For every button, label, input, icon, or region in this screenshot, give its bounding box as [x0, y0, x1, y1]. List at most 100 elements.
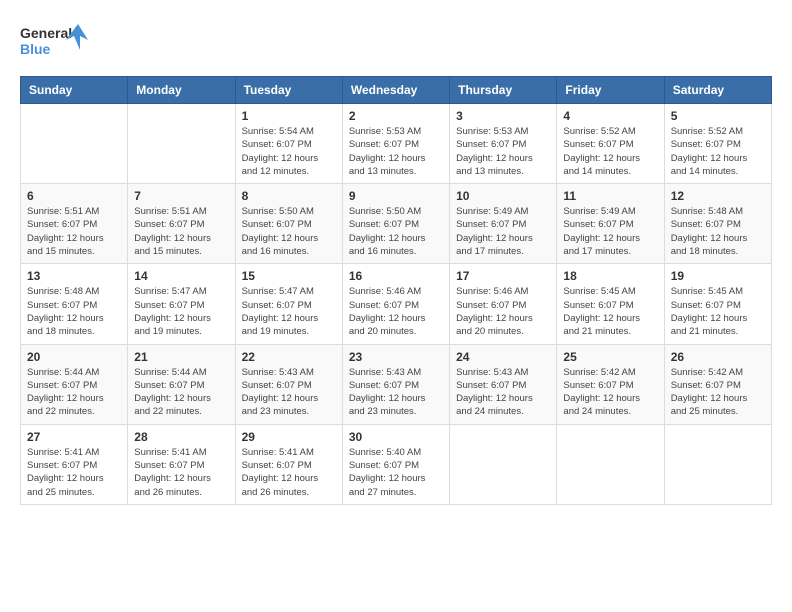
day-number: 7: [134, 189, 228, 203]
logo-icon: GeneralBlue: [20, 20, 90, 60]
calendar-cell: 4Sunrise: 5:52 AMSunset: 6:07 PMDaylight…: [557, 104, 664, 184]
day-number: 8: [242, 189, 336, 203]
calendar-cell: 16 Sunrise: 5:46 AMSunset: 6:07 PMDayligh…: [342, 264, 449, 344]
calendar-cell: 17 Sunrise: 5:46 AMSunset: 6:07 PMDayligh…: [450, 264, 557, 344]
calendar-week-3: 13 Sunrise: 5:48 AMSunset: 6:07 PMDayligh…: [21, 264, 772, 344]
weekday-header-friday: Friday: [557, 77, 664, 104]
weekday-header-tuesday: Tuesday: [235, 77, 342, 104]
calendar-week-5: 27 Sunrise: 5:41 AMSunset: 6:07 PMDayligh…: [21, 424, 772, 504]
day-info: Sunrise: 5:43 AMSunset: 6:07 PMDaylight:…: [349, 366, 443, 419]
weekday-header-wednesday: Wednesday: [342, 77, 449, 104]
page-header: GeneralBlue: [20, 20, 772, 60]
day-number: 9: [349, 189, 443, 203]
day-number: 20: [27, 350, 121, 364]
calendar-cell: 1 Sunrise: 5:54 AMSunset: 6:07 PMDaylight…: [235, 104, 342, 184]
calendar-cell: 22Sunrise: 5:43 AMSunset: 6:07 PMDayligh…: [235, 344, 342, 424]
day-info: Sunrise: 5:50 AMSunset: 6:07 PMDaylight:…: [349, 205, 443, 258]
day-info: Sunrise: 5:42 AMSunset: 6:07 PMDaylight:…: [563, 366, 657, 419]
calendar-cell: 14 Sunrise: 5:47 AMSunset: 6:07 PMDayligh…: [128, 264, 235, 344]
day-info: Sunrise: 5:45 AMSunset: 6:07 PMDaylight:…: [671, 285, 765, 338]
calendar-cell: 15 Sunrise: 5:47 AMSunset: 6:07 PMDayligh…: [235, 264, 342, 344]
day-info: Sunrise: 5:47 AMSunset: 6:07 PMDaylight:…: [242, 285, 336, 338]
calendar-table: SundayMondayTuesdayWednesdayThursdayFrid…: [20, 76, 772, 505]
calendar-cell: 29Sunrise: 5:41 AMSunset: 6:07 PMDayligh…: [235, 424, 342, 504]
calendar-cell: 19 Sunrise: 5:45 AMSunset: 6:07 PMDayligh…: [664, 264, 771, 344]
day-info: Sunrise: 5:43 AMSunset: 6:07 PMDaylight:…: [242, 366, 336, 419]
day-info: Sunrise: 5:41 AMSunset: 6:07 PMDaylight:…: [134, 446, 228, 499]
day-number: 1: [242, 109, 336, 123]
day-number: 14: [134, 269, 228, 283]
day-info: Sunrise: 5:46 AMSunset: 6:07 PMDaylight:…: [349, 285, 443, 338]
weekday-header-thursday: Thursday: [450, 77, 557, 104]
day-info: Sunrise: 5:47 AMSunset: 6:07 PMDaylight:…: [134, 285, 228, 338]
calendar-cell: 5 Sunrise: 5:52 AMSunset: 6:07 PMDaylight…: [664, 104, 771, 184]
calendar-cell: 27 Sunrise: 5:41 AMSunset: 6:07 PMDayligh…: [21, 424, 128, 504]
calendar-cell: 28Sunrise: 5:41 AMSunset: 6:07 PMDayligh…: [128, 424, 235, 504]
day-info: Sunrise: 5:50 AMSunset: 6:07 PMDaylight:…: [242, 205, 336, 258]
calendar-cell: 12 Sunrise: 5:48 AMSunset: 6:07 PMDayligh…: [664, 184, 771, 264]
calendar-cell: 10 Sunrise: 5:49 AMSunset: 6:07 PMDayligh…: [450, 184, 557, 264]
day-number: 16: [349, 269, 443, 283]
day-number: 11: [563, 189, 657, 203]
calendar-cell: 26Sunrise: 5:42 AMSunset: 6:07 PMDayligh…: [664, 344, 771, 424]
day-info: Sunrise: 5:52 AMSunset: 6:07 PMDaylight:…: [563, 125, 657, 178]
day-number: 25: [563, 350, 657, 364]
day-info: Sunrise: 5:54 AMSunset: 6:07 PMDaylight:…: [242, 125, 336, 178]
day-number: 15: [242, 269, 336, 283]
calendar-week-2: 6 Sunrise: 5:51 AMSunset: 6:07 PMDaylight…: [21, 184, 772, 264]
calendar-week-1: 1 Sunrise: 5:54 AMSunset: 6:07 PMDaylight…: [21, 104, 772, 184]
day-info: Sunrise: 5:43 AMSunset: 6:07 PMDaylight:…: [456, 366, 550, 419]
calendar-cell: [450, 424, 557, 504]
day-info: Sunrise: 5:49 AMSunset: 6:07 PMDaylight:…: [456, 205, 550, 258]
calendar-header-row: SundayMondayTuesdayWednesdayThursdayFrid…: [21, 77, 772, 104]
day-number: 23: [349, 350, 443, 364]
weekday-header-sunday: Sunday: [21, 77, 128, 104]
day-info: Sunrise: 5:51 AMSunset: 6:07 PMDaylight:…: [27, 205, 121, 258]
calendar-cell: [557, 424, 664, 504]
day-info: Sunrise: 5:41 AMSunset: 6:07 PMDaylight:…: [242, 446, 336, 499]
calendar-cell: 23 Sunrise: 5:43 AMSunset: 6:07 PMDayligh…: [342, 344, 449, 424]
calendar-cell: [128, 104, 235, 184]
day-number: 18: [563, 269, 657, 283]
svg-text:General: General: [20, 25, 72, 41]
day-info: Sunrise: 5:44 AMSunset: 6:07 PMDaylight:…: [27, 366, 121, 419]
calendar-cell: [664, 424, 771, 504]
day-number: 27: [27, 430, 121, 444]
day-info: Sunrise: 5:41 AMSunset: 6:07 PMDaylight:…: [27, 446, 121, 499]
svg-text:Blue: Blue: [20, 41, 51, 57]
logo: GeneralBlue: [20, 20, 90, 60]
day-info: Sunrise: 5:48 AMSunset: 6:07 PMDaylight:…: [671, 205, 765, 258]
weekday-header-monday: Monday: [128, 77, 235, 104]
calendar-cell: 18Sunrise: 5:45 AMSunset: 6:07 PMDayligh…: [557, 264, 664, 344]
day-number: 13: [27, 269, 121, 283]
calendar-cell: 21 Sunrise: 5:44 AMSunset: 6:07 PMDayligh…: [128, 344, 235, 424]
calendar-cell: 20 Sunrise: 5:44 AMSunset: 6:07 PMDayligh…: [21, 344, 128, 424]
weekday-header-saturday: Saturday: [664, 77, 771, 104]
calendar-cell: 8 Sunrise: 5:50 AMSunset: 6:07 PMDaylight…: [235, 184, 342, 264]
day-number: 3: [456, 109, 550, 123]
day-info: Sunrise: 5:40 AMSunset: 6:07 PMDaylight:…: [349, 446, 443, 499]
day-number: 2: [349, 109, 443, 123]
day-info: Sunrise: 5:46 AMSunset: 6:07 PMDaylight:…: [456, 285, 550, 338]
calendar-cell: 11 Sunrise: 5:49 AMSunset: 6:07 PMDayligh…: [557, 184, 664, 264]
day-number: 5: [671, 109, 765, 123]
day-number: 10: [456, 189, 550, 203]
calendar-cell: 7Sunrise: 5:51 AMSunset: 6:07 PMDaylight…: [128, 184, 235, 264]
day-number: 26: [671, 350, 765, 364]
calendar-cell: 6 Sunrise: 5:51 AMSunset: 6:07 PMDaylight…: [21, 184, 128, 264]
calendar-cell: 2 Sunrise: 5:53 AMSunset: 6:07 PMDaylight…: [342, 104, 449, 184]
day-number: 12: [671, 189, 765, 203]
day-info: Sunrise: 5:52 AMSunset: 6:07 PMDaylight:…: [671, 125, 765, 178]
day-number: 6: [27, 189, 121, 203]
day-info: Sunrise: 5:44 AMSunset: 6:07 PMDaylight:…: [134, 366, 228, 419]
calendar-cell: [21, 104, 128, 184]
day-info: Sunrise: 5:49 AMSunset: 6:07 PMDaylight:…: [563, 205, 657, 258]
calendar-cell: 24Sunrise: 5:43 AMSunset: 6:07 PMDayligh…: [450, 344, 557, 424]
day-info: Sunrise: 5:48 AMSunset: 6:07 PMDaylight:…: [27, 285, 121, 338]
calendar-cell: 13 Sunrise: 5:48 AMSunset: 6:07 PMDayligh…: [21, 264, 128, 344]
day-info: Sunrise: 5:53 AMSunset: 6:07 PMDaylight:…: [349, 125, 443, 178]
day-number: 17: [456, 269, 550, 283]
day-number: 19: [671, 269, 765, 283]
day-info: Sunrise: 5:53 AMSunset: 6:07 PMDaylight:…: [456, 125, 550, 178]
day-number: 21: [134, 350, 228, 364]
